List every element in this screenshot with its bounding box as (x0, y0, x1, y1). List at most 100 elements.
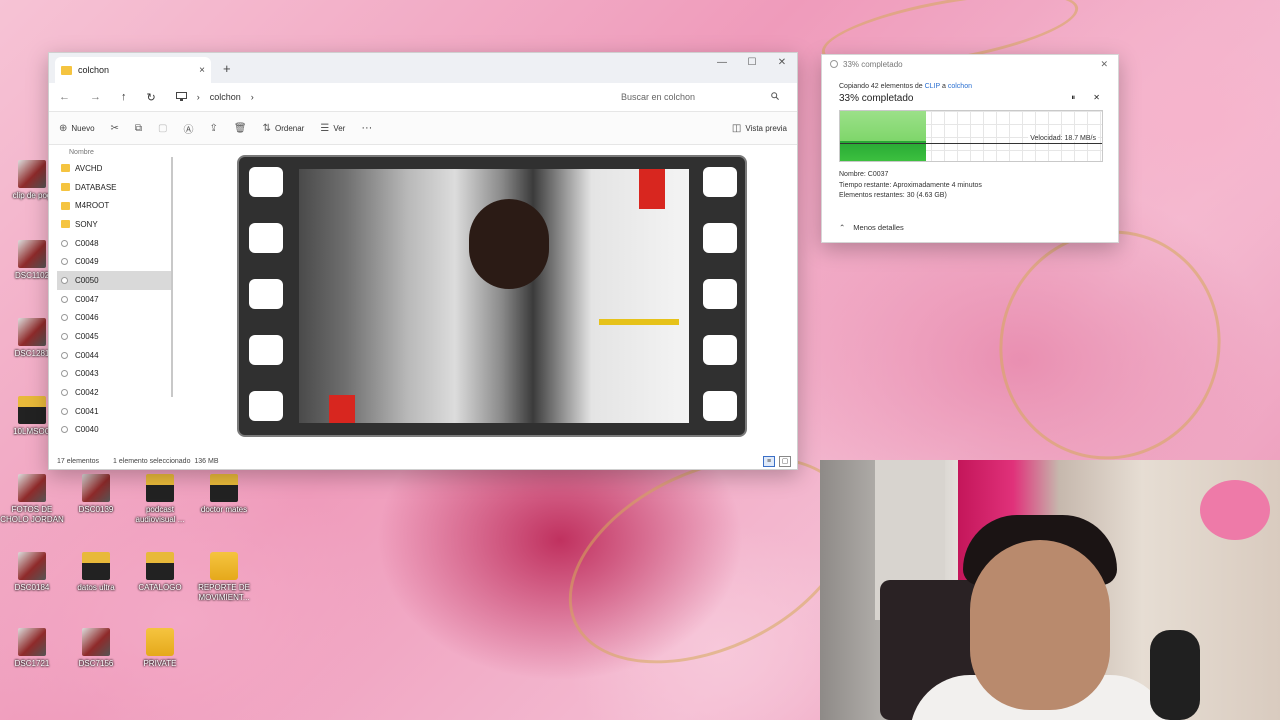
file-list: Nombre AVCHD DATABASE M4ROOT SONY C0048 … (49, 145, 179, 453)
address-bar[interactable]: › colchon › (175, 91, 576, 103)
search-box[interactable]: Buscar en colchon (615, 87, 785, 107)
tiles-view-icon[interactable]: ▢ (779, 455, 791, 467)
video-frame-image (299, 169, 689, 423)
forward-arrow-icon[interactable]: → (90, 91, 101, 103)
speed-line (840, 143, 1102, 144)
list-item-selected[interactable]: C0050 (57, 271, 171, 290)
view-button[interactable]: ☰ Ver (320, 123, 345, 134)
desktop-icon[interactable]: podcast audiovisual ... (128, 474, 192, 525)
desktop-icon[interactable]: REPORTE DE MOVIMIENT... (192, 552, 256, 603)
delete-icon[interactable]: 🗑 (234, 123, 247, 134)
video-file-icon (61, 333, 68, 341)
file-name: C0050 (75, 275, 99, 285)
minimize-button[interactable]: — (707, 53, 737, 73)
scrollbar[interactable] (171, 157, 173, 397)
close-tab-icon[interactable]: × (199, 65, 205, 76)
list-item[interactable]: C0042 (57, 383, 171, 402)
desktop-icon[interactable]: DSC0139 (64, 474, 128, 515)
progress-header: 33% completado ⏸ ✕ (822, 90, 1118, 104)
title-bar: colchon × + — ☐ ✕ (49, 53, 797, 83)
copy-icon[interactable]: ⧉ (135, 123, 142, 134)
progress-fill (840, 111, 927, 161)
video-file-icon (61, 314, 68, 322)
folder-icon (61, 220, 70, 229)
source-folder-link[interactable]: CLIP (925, 83, 940, 90)
desktop-icon[interactable]: DSC7156 (64, 628, 128, 669)
list-item[interactable]: SONY (57, 215, 171, 234)
dialog-close-button[interactable]: ✕ (1100, 59, 1108, 70)
sort-button[interactable]: ⇅ Ordenar (263, 123, 305, 134)
file-name: AVCHD (75, 163, 103, 173)
film-sprocket-hole (703, 335, 737, 365)
photo-thumbnail-icon (18, 552, 46, 580)
window-controls: — ☐ ✕ (707, 53, 797, 73)
list-item[interactable]: C0048 (57, 234, 171, 253)
list-item[interactable]: C0041 (57, 402, 171, 421)
pause-button[interactable]: ⏸ (1071, 93, 1075, 104)
photo-thumbnail-icon (18, 474, 46, 502)
list-item[interactable]: C0044 (57, 346, 171, 365)
refresh-icon[interactable]: ↻ (147, 91, 156, 104)
cut-icon[interactable]: ✂ (111, 123, 119, 134)
new-button[interactable]: ⊕ Nuevo (59, 123, 95, 134)
rename-icon[interactable]: Ⓐ (184, 121, 194, 136)
breadcrumb-separator[interactable]: › (251, 92, 254, 102)
close-button[interactable]: ✕ (767, 53, 797, 73)
folder-icon (82, 552, 110, 580)
desktop-icon[interactable]: PRIVATE (128, 628, 192, 669)
list-item[interactable]: C0040 (57, 421, 171, 440)
preview-pane-icon: ◫ (731, 122, 742, 134)
share-icon[interactable]: ⇪ (210, 123, 218, 134)
paste-icon[interactable]: ▢ (158, 123, 167, 134)
desktop-icon[interactable]: DSC0184 (0, 552, 64, 593)
up-arrow-icon[interactable]: ↑ (121, 91, 127, 103)
preview-pane-button[interactable]: ◫ Vista previa (732, 123, 787, 134)
back-arrow-icon[interactable]: ← (59, 91, 70, 103)
details-view-icon[interactable]: ≡ (763, 455, 775, 467)
desktop-icon[interactable]: DSC1721 (0, 628, 64, 669)
list-item[interactable]: C0045 (57, 327, 171, 346)
folder-icon (146, 628, 174, 656)
photo-thumbnail-icon (18, 318, 46, 346)
sort-icon: ⇅ (262, 122, 271, 134)
desktop-icon[interactable]: datos ultra (64, 552, 128, 593)
list-item[interactable]: C0047 (57, 290, 171, 309)
list-item[interactable]: C0046 (57, 309, 171, 328)
new-tab-button[interactable]: + (223, 61, 231, 76)
photo-thumbnail-icon (82, 474, 110, 502)
search-input[interactable]: Buscar en colchon (621, 92, 695, 102)
file-name: C0048 (75, 238, 99, 248)
maximize-button[interactable]: ☐ (737, 53, 767, 73)
more-options-button[interactable]: ··· (361, 122, 372, 134)
list-item[interactable]: DATABASE (57, 178, 171, 197)
chevron-up-icon: ⌃ (839, 223, 846, 232)
tab-label: colchon (78, 65, 110, 75)
column-header-name[interactable]: Nombre (57, 145, 179, 159)
list-item[interactable]: AVCHD (57, 159, 171, 178)
less-details-button[interactable]: ⌃ Menos detalles (839, 223, 904, 232)
video-file-icon (61, 370, 68, 378)
list-item[interactable]: C0043 (57, 365, 171, 384)
video-thumbnail-icon (18, 160, 46, 188)
percent-label: 33% completado (839, 93, 914, 104)
cancel-button[interactable]: ✕ (1093, 93, 1100, 104)
desktop-icon[interactable]: CATALOGO (128, 552, 192, 593)
frame-detail (599, 319, 679, 325)
list-item[interactable]: M4ROOT (57, 196, 171, 215)
photo-thumbnail-icon (82, 628, 110, 656)
breadcrumb-item-colchon[interactable]: colchon (210, 92, 241, 102)
destination-folder-link[interactable]: colchon (948, 83, 972, 90)
desktop-icon[interactable]: FOTOS DE CHOLO JORDAN (0, 474, 64, 525)
file-name: M4ROOT (75, 201, 110, 211)
desktop-icon[interactable]: doctor mates (192, 474, 256, 515)
tab-colchon[interactable]: colchon × (55, 57, 211, 83)
file-name: DATABASE (75, 182, 117, 192)
file-name: C0044 (75, 350, 99, 360)
file-name: SONY (75, 219, 98, 229)
wallpaper-vein (967, 199, 1253, 491)
folder-icon (61, 183, 70, 192)
transfer-speed-graph: Velocidad: 18.7 MB/s (839, 110, 1103, 162)
list-item[interactable]: C0049 (57, 252, 171, 271)
copy-info-prefix: Copiando 42 elementos de (839, 83, 925, 90)
breadcrumb-separator: › (196, 92, 200, 102)
